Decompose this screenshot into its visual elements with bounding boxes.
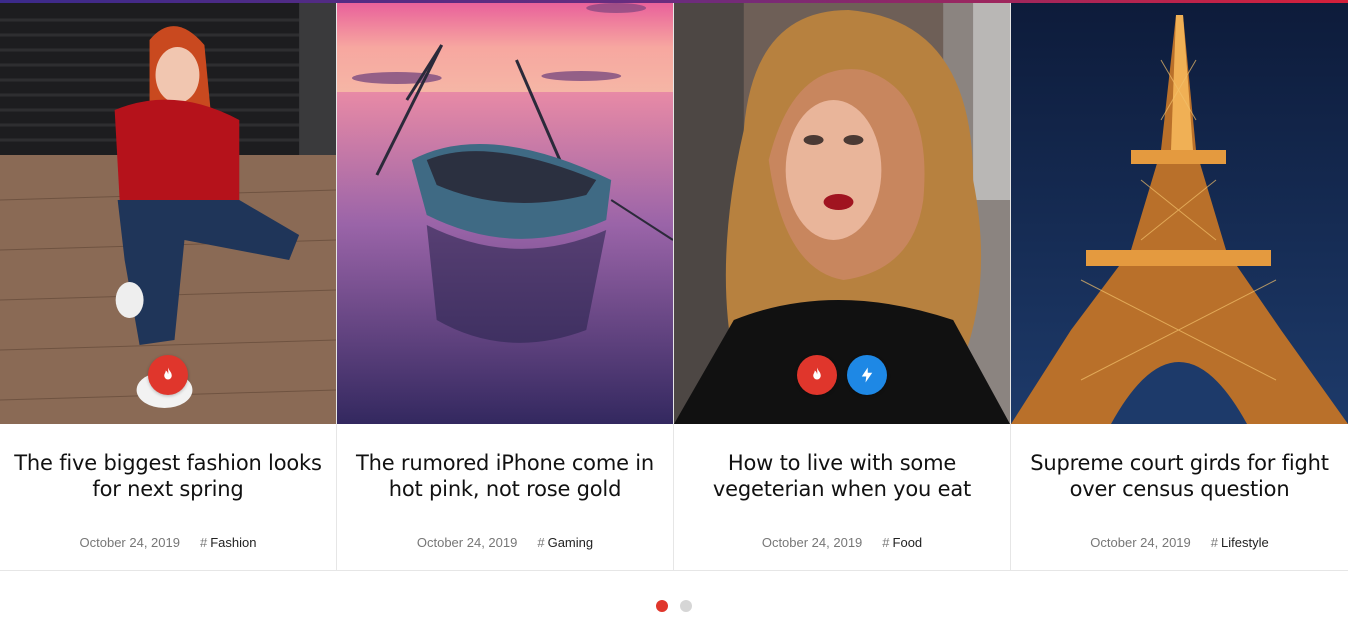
post-title[interactable]: How to live with some vegeterian when yo… — [674, 450, 1010, 502]
hash-icon: # — [1210, 535, 1218, 550]
post-category[interactable]: Fashion — [210, 535, 256, 550]
post-title[interactable]: The five biggest fashion looks for next … — [0, 450, 336, 502]
post-image[interactable] — [337, 0, 673, 424]
post-card[interactable]: The five biggest fashion looks for next … — [0, 0, 337, 570]
post-category-link[interactable]: # Gaming — [537, 535, 593, 550]
hash-icon: # — [537, 535, 545, 550]
post-badges — [0, 355, 336, 395]
post-card[interactable]: The rumored iPhone come in hot pink, not… — [337, 0, 674, 570]
post-category[interactable]: Food — [893, 535, 923, 550]
hash-icon: # — [199, 535, 208, 550]
pagination-dot-2[interactable] — [680, 600, 692, 612]
post-carousel: The five biggest fashion looks for next … — [0, 0, 1348, 571]
post-category-link[interactable]: # Fashion — [200, 535, 256, 550]
hot-badge — [148, 355, 188, 395]
post-image[interactable] — [1011, 0, 1348, 424]
post-badges — [674, 355, 1010, 395]
post-category-link[interactable]: # Food — [882, 535, 922, 550]
post-date: October 24, 2019 — [79, 535, 180, 550]
post-date: October 24, 2019 — [416, 535, 518, 550]
hot-badge — [797, 355, 837, 395]
lightning-icon — [861, 367, 873, 383]
post-category[interactable]: Lifestyle — [1221, 535, 1269, 550]
post-card[interactable]: Supreme court girds for fight over censu… — [1011, 0, 1348, 570]
post-category-link[interactable]: # Lifestyle — [1211, 535, 1269, 550]
top-accent-stripe — [0, 0, 1348, 3]
post-title[interactable]: Supreme court girds for fight over censu… — [1011, 450, 1348, 502]
post-category[interactable]: Gaming — [548, 535, 594, 550]
flame-icon — [813, 367, 821, 380]
post-date: October 24, 2019 — [1090, 535, 1191, 550]
post-image[interactable] — [674, 0, 1010, 424]
pagination-dot-1[interactable] — [656, 600, 668, 612]
post-image[interactable] — [0, 0, 336, 424]
post-card[interactable]: How to live with some vegeterian when yo… — [674, 0, 1011, 570]
flame-icon — [164, 367, 172, 380]
hash-icon: # — [882, 535, 890, 550]
post-date: October 24, 2019 — [761, 535, 863, 550]
post-title[interactable]: The rumored iPhone come in hot pink, not… — [337, 450, 673, 502]
trending-badge — [847, 355, 887, 395]
carousel-pagination — [0, 600, 1348, 612]
